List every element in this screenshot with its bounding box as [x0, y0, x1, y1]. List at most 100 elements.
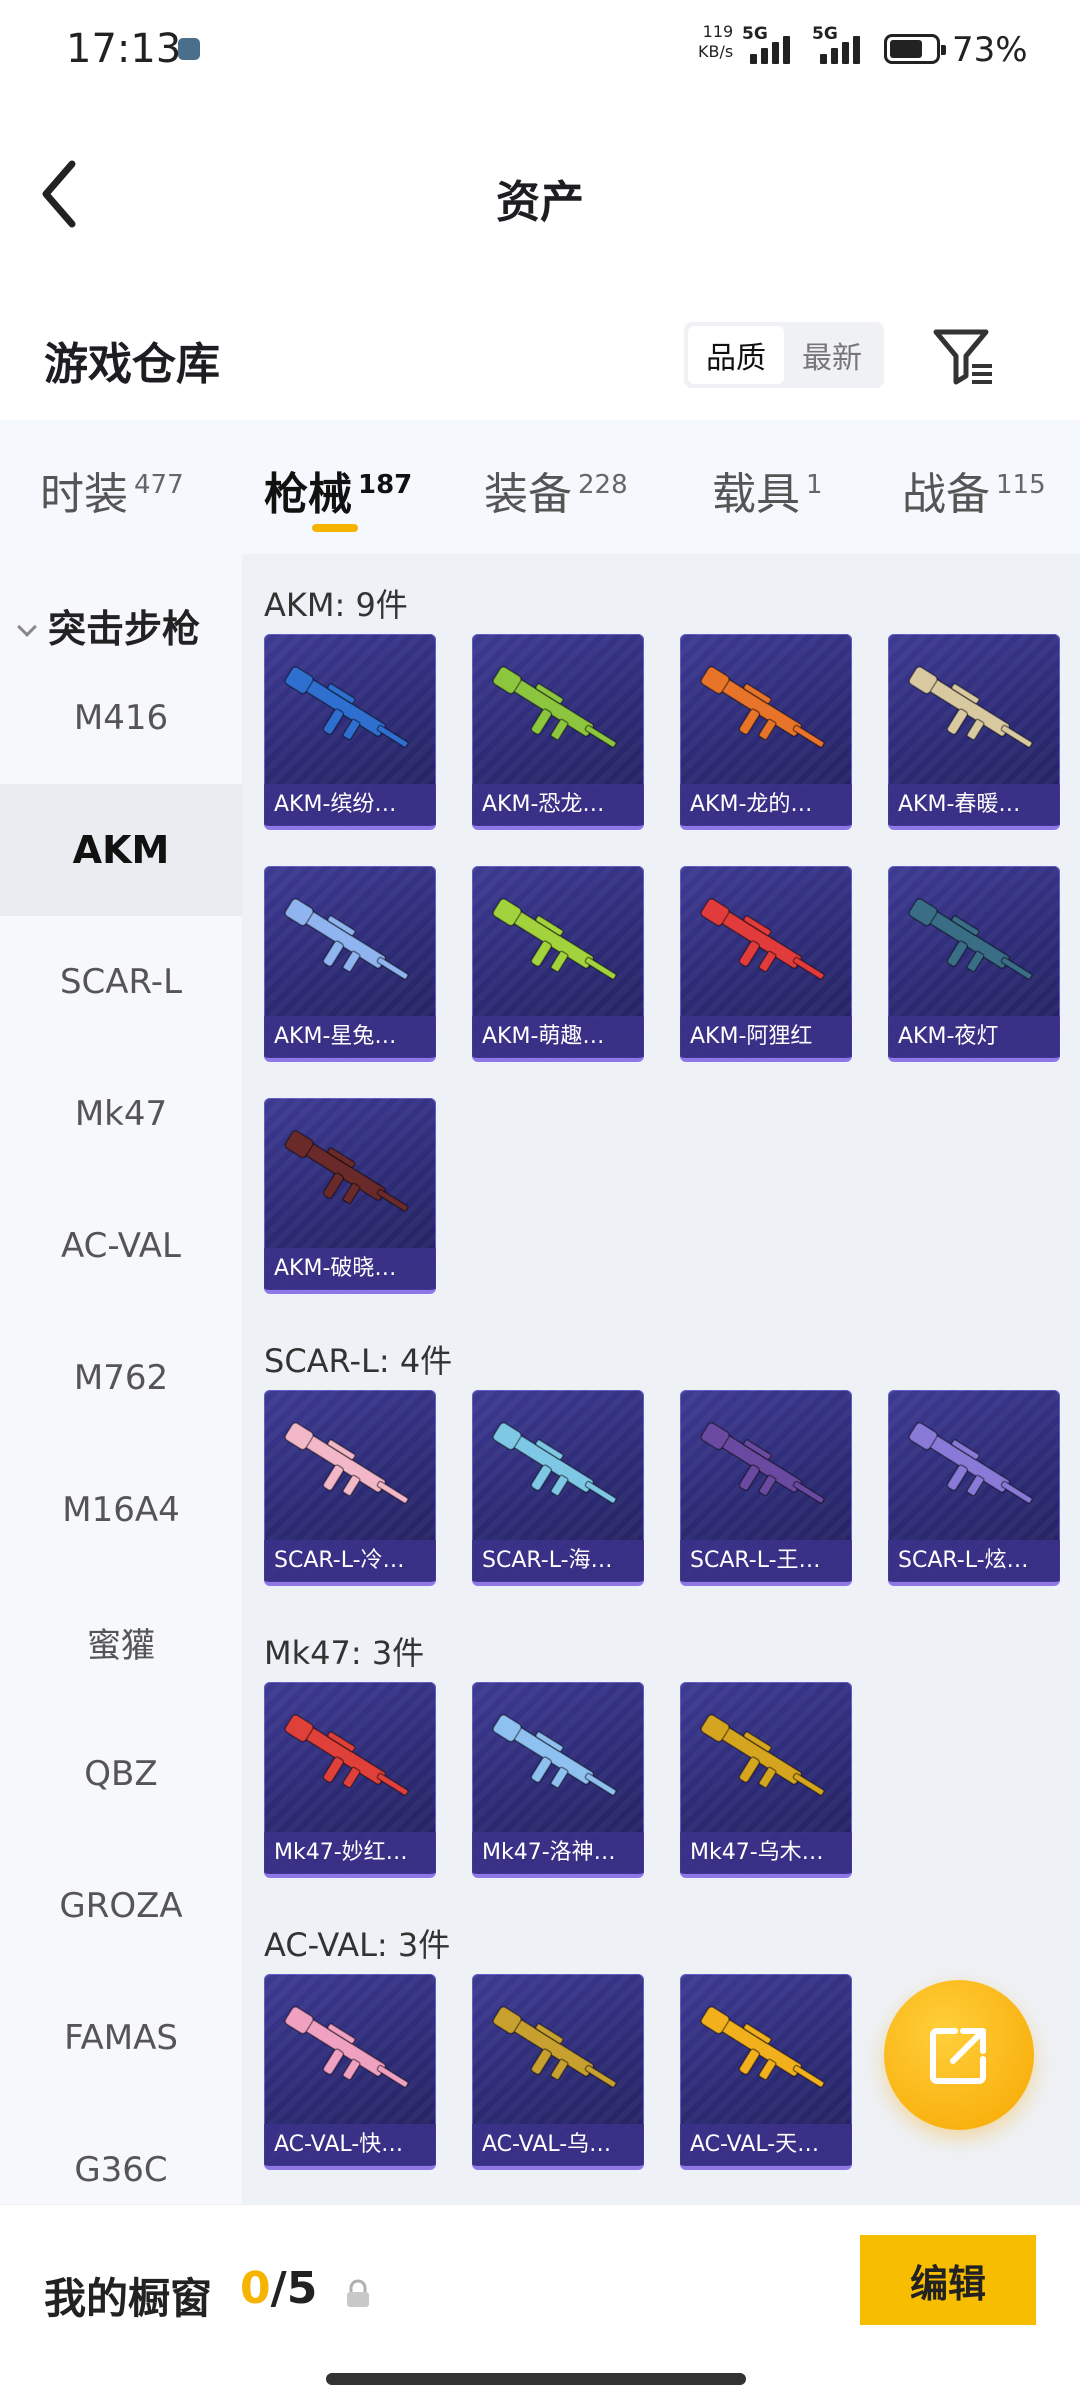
sidebar-item-6[interactable]: M16A4 — [0, 1444, 242, 1576]
network-speed: 119 KB/s — [698, 22, 733, 62]
weapon-card-name: SCAR-L-炫… — [888, 1540, 1060, 1582]
weapon-card[interactable]: AKM-春暖… — [888, 634, 1060, 830]
sort-toggle: 品质 最新 — [684, 322, 884, 388]
rifle-icon — [908, 666, 1033, 748]
sidebar-category-assault-rifle[interactable]: 突击步枪 — [17, 598, 200, 653]
rifle-icon — [284, 1714, 409, 1796]
rifle-icon — [700, 1422, 825, 1504]
tab-label: 载具 — [712, 469, 800, 520]
page-title: 资产 — [496, 177, 584, 228]
weapon-card-name: AKM-缤纷… — [264, 784, 436, 826]
signal-label-2: 5G — [812, 24, 838, 44]
sort-quality[interactable]: 品质 — [688, 326, 784, 384]
weapon-card[interactable]: Mk47-乌木… — [680, 1682, 852, 1878]
rifle-icon — [700, 2006, 825, 2088]
sidebar-item-0[interactable]: M416 — [0, 652, 242, 784]
weapon-card-name: Mk47-妙红… — [264, 1832, 436, 1874]
weapon-card-name: Mk47-乌木… — [680, 1832, 852, 1874]
weapon-card[interactable]: SCAR-L-冷… — [264, 1390, 436, 1586]
showcase-label: 我的橱窗 — [44, 2274, 213, 2323]
filter-icon — [933, 329, 992, 385]
rifle-icon — [908, 898, 1033, 980]
rifle-icon — [700, 1714, 825, 1796]
weapon-card[interactable]: AKM-龙的… — [680, 634, 852, 830]
edit-button[interactable]: 编辑 — [860, 2235, 1036, 2325]
tab-count: 187 — [358, 470, 413, 501]
showcase-count-current: 0 — [240, 2263, 271, 2314]
group-title: AKM: 9件 — [264, 586, 408, 624]
sidebar-item-4[interactable]: AC-VAL — [0, 1180, 242, 1312]
filter-button[interactable] — [930, 324, 1000, 390]
tab-fashion[interactable]: 时装 477 — [40, 458, 184, 522]
weapon-card[interactable]: AC-VAL-快… — [264, 1974, 436, 2170]
weapon-card[interactable]: Mk47-洛神… — [472, 1682, 644, 1878]
sidebar-item-9[interactable]: GROZA — [0, 1840, 242, 1972]
weapon-card-name: AKM-阿狸红 — [680, 1016, 852, 1058]
sort-newest[interactable]: 最新 — [784, 326, 880, 384]
weapon-card[interactable]: SCAR-L-炫… — [888, 1390, 1060, 1586]
rifle-icon — [492, 1422, 617, 1504]
weapon-card-name: AC-VAL-天… — [680, 2124, 852, 2166]
weapon-card-name: AC-VAL-乌… — [472, 2124, 644, 2166]
rifle-icon — [284, 898, 409, 980]
tab-equipment[interactable]: 装备 228 — [484, 458, 628, 522]
tab-count: 1 — [806, 470, 823, 501]
rifle-icon — [284, 1130, 409, 1212]
sidebar-item-3[interactable]: Mk47 — [0, 1048, 242, 1180]
weapon-card-name: AKM-春暖… — [888, 784, 1060, 826]
share-button[interactable] — [884, 1980, 1034, 2130]
group-title: SCAR-L: 4件 — [264, 1342, 453, 1380]
weapon-card[interactable]: AKM-恐龙… — [472, 634, 644, 830]
weapon-card[interactable]: AKM-破晓… — [264, 1098, 436, 1294]
rifle-icon — [492, 2006, 617, 2088]
network-speed-unit: KB/s — [698, 42, 734, 61]
weapon-card-name: Mk47-洛神… — [472, 1832, 644, 1874]
weapon-card[interactable]: SCAR-L-海… — [472, 1390, 644, 1586]
weapon-card[interactable]: AKM-阿狸红 — [680, 866, 852, 1062]
sidebar-item-11[interactable]: G36C — [0, 2104, 242, 2204]
rifle-icon — [700, 666, 825, 748]
rifle-icon — [284, 1422, 409, 1504]
weapon-card[interactable]: SCAR-L-王… — [680, 1390, 852, 1586]
tab-supplies[interactable]: 战备 115 — [902, 458, 1046, 522]
weapon-card-name: SCAR-L-海… — [472, 1540, 644, 1582]
tab-weapons[interactable]: 枪械 187 — [264, 458, 412, 522]
sidebar-item-7[interactable]: 蜜獾 — [0, 1576, 242, 1708]
sidebar-item-2[interactable]: SCAR-L — [0, 916, 242, 1048]
sidebar-item-8[interactable]: QBZ — [0, 1708, 242, 1840]
weapon-card[interactable]: AKM-缤纷… — [264, 634, 436, 830]
notification-app-icon — [178, 38, 200, 60]
tab-count: 228 — [578, 470, 628, 501]
sidebar-item-5[interactable]: M762 — [0, 1312, 242, 1444]
battery-icon — [884, 34, 946, 64]
group-title: Mk47: 3件 — [264, 1634, 425, 1672]
weapon-card-name: AKM-恐龙… — [472, 784, 644, 826]
showcase-bar: 我的橱窗 0/5 编辑 — [0, 2204, 1080, 2400]
header: 资产 — [0, 100, 1080, 280]
rifle-icon — [284, 666, 409, 748]
sidebar-item-10[interactable]: FAMAS — [0, 1972, 242, 2104]
tab-label: 战备 — [902, 469, 990, 520]
category-tabs: 时装 477 枪械 187 装备 228 载具 1 战备 115 — [0, 420, 1080, 554]
showcase-count-separator: / — [270, 2263, 287, 2314]
weapon-card[interactable]: AC-VAL-天… — [680, 1974, 852, 2170]
lock-icon — [347, 2279, 369, 2307]
section-title: 游戏仓库 — [44, 339, 220, 390]
sidebar-item-1[interactable]: AKM — [0, 784, 242, 916]
weapon-card[interactable]: AKM-夜灯 — [888, 866, 1060, 1062]
weapon-card[interactable]: AKM-星兔… — [264, 866, 436, 1062]
home-indicator[interactable] — [326, 2373, 746, 2385]
weapon-card[interactable]: AC-VAL-乌… — [472, 1974, 644, 2170]
weapon-card-name: AKM-星兔… — [264, 1016, 436, 1058]
rifle-icon — [284, 2006, 409, 2088]
weapon-card[interactable]: AKM-萌趣… — [472, 866, 644, 1062]
weapon-card-name: SCAR-L-王… — [680, 1540, 852, 1582]
battery-percent: 73% — [952, 30, 1028, 70]
active-tab-indicator — [312, 524, 358, 532]
tab-vehicles[interactable]: 载具 1 — [712, 458, 823, 522]
chevron-down-icon — [17, 617, 37, 637]
group-title: AC-VAL: 3件 — [264, 1926, 451, 1964]
weapon-grid: AKM: 9件 AKM-缤纷… AKM-恐龙… AKM-龙的… AKM-春暖… AKM-星… — [242, 554, 1080, 2204]
tab-label: 装备 — [484, 469, 572, 520]
weapon-card[interactable]: Mk47-妙红… — [264, 1682, 436, 1878]
